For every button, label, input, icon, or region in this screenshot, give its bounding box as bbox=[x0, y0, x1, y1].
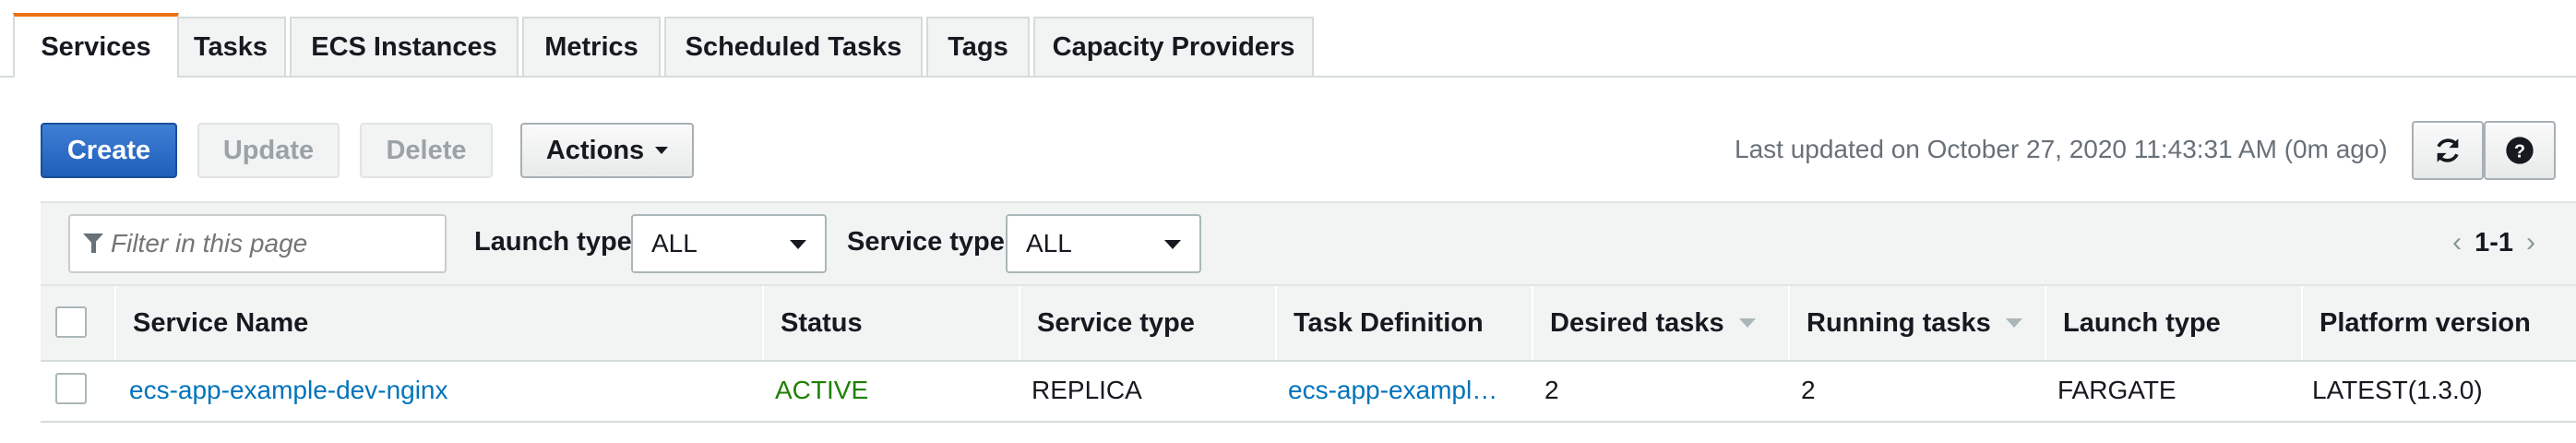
help-button[interactable]: ? bbox=[2484, 121, 2556, 180]
sort-caret-icon bbox=[2005, 318, 2022, 328]
tab-metrics[interactable]: Metrics bbox=[522, 17, 661, 76]
previous-page-icon[interactable]: ‹ bbox=[2452, 227, 2462, 258]
create-button[interactable]: Create bbox=[41, 123, 177, 178]
tab-bar: Services Tasks ECS Instances Metrics Sch… bbox=[0, 0, 2576, 78]
service-type-value: ALL bbox=[1026, 229, 1072, 257]
service-type-value: REPLICA bbox=[1032, 376, 1142, 404]
help-icon: ? bbox=[2506, 137, 2534, 164]
svg-text:?: ? bbox=[2514, 141, 2525, 162]
actions-dropdown-button[interactable]: Actions bbox=[520, 123, 694, 178]
tab-services[interactable]: Services bbox=[13, 13, 179, 78]
column-header-service-name[interactable]: Service Name bbox=[114, 286, 762, 360]
caret-down-icon bbox=[655, 147, 669, 154]
page-range: 1-1 bbox=[2475, 227, 2513, 257]
service-type-select[interactable]: ALL bbox=[1006, 214, 1201, 273]
filter-bar: Launch type ALL Service type ALL ‹ 1-1 › bbox=[41, 201, 2576, 286]
table-header: Service Name Status Service type Task De… bbox=[41, 284, 2576, 362]
launch-type-value: ALL bbox=[651, 229, 698, 257]
desired-tasks-value: 2 bbox=[1544, 376, 1559, 404]
column-header-label: Service type bbox=[1037, 307, 1195, 338]
service-name-link[interactable]: ecs-app-example-dev-nginx bbox=[129, 360, 757, 421]
launch-type-select[interactable]: ALL bbox=[631, 214, 827, 273]
column-header-label: Platform version bbox=[2320, 307, 2531, 338]
tab-tasks[interactable]: Tasks bbox=[175, 17, 286, 76]
column-header-label: Launch type bbox=[2063, 307, 2221, 338]
delete-button[interactable]: Delete bbox=[360, 123, 493, 178]
tab-scheduled-tasks[interactable]: Scheduled Tasks bbox=[664, 17, 923, 76]
tab-capacity-providers[interactable]: Capacity Providers bbox=[1033, 17, 1314, 76]
refresh-button[interactable] bbox=[2412, 121, 2484, 180]
filter-search-input[interactable] bbox=[68, 214, 447, 273]
launch-type-label: Launch type bbox=[474, 227, 632, 257]
task-definition-link[interactable]: ecs-app-exampl… bbox=[1288, 360, 1532, 421]
column-header-task-definition[interactable]: Task Definition bbox=[1275, 286, 1532, 360]
sort-caret-icon bbox=[1738, 318, 1756, 328]
column-header-launch-type[interactable]: Launch type bbox=[2045, 286, 2301, 360]
actions-label: Actions bbox=[545, 135, 645, 165]
column-header-desired-tasks[interactable]: Desired tasks bbox=[1532, 286, 1788, 360]
column-header-label: Running tasks bbox=[1807, 307, 1991, 338]
column-header-label: Task Definition bbox=[1294, 307, 1484, 338]
column-header-running-tasks[interactable]: Running tasks bbox=[1788, 286, 2045, 360]
update-button[interactable]: Update bbox=[197, 123, 340, 178]
row-checkbox[interactable] bbox=[55, 373, 87, 404]
refresh-icon bbox=[2437, 138, 2459, 162]
column-header-label: Service Name bbox=[133, 307, 309, 338]
running-tasks-value: 2 bbox=[1801, 376, 1816, 404]
service-type-label: Service type bbox=[847, 227, 1005, 257]
select-all-checkbox[interactable] bbox=[55, 306, 87, 338]
platform-version-value: LATEST(1.3.0) bbox=[2312, 376, 2483, 404]
next-page-icon[interactable]: › bbox=[2526, 227, 2535, 258]
column-header-status[interactable]: Status bbox=[762, 286, 1019, 360]
status-value: ACTIVE bbox=[775, 376, 869, 404]
chevron-down-icon bbox=[1164, 240, 1181, 249]
column-header-label: Status bbox=[781, 307, 863, 338]
chevron-down-icon bbox=[790, 240, 806, 249]
pagination: ‹ 1-1 › bbox=[2452, 227, 2535, 258]
launch-type-value: FARGATE bbox=[2057, 376, 2176, 404]
tab-tags[interactable]: Tags bbox=[926, 17, 1030, 76]
column-header-label: Desired tasks bbox=[1550, 307, 1724, 338]
last-updated-text: Last updated on October 27, 2020 11:43:3… bbox=[1735, 135, 2388, 163]
tab-ecs-instances[interactable]: ECS Instances bbox=[290, 17, 519, 76]
column-header-platform-version[interactable]: Platform version bbox=[2301, 286, 2576, 360]
column-header-service-type[interactable]: Service type bbox=[1019, 286, 1275, 360]
table-row[interactable]: ecs-app-example-dev-nginx ACTIVE REPLICA… bbox=[41, 360, 2576, 423]
filter-icon-stem bbox=[91, 242, 96, 253]
